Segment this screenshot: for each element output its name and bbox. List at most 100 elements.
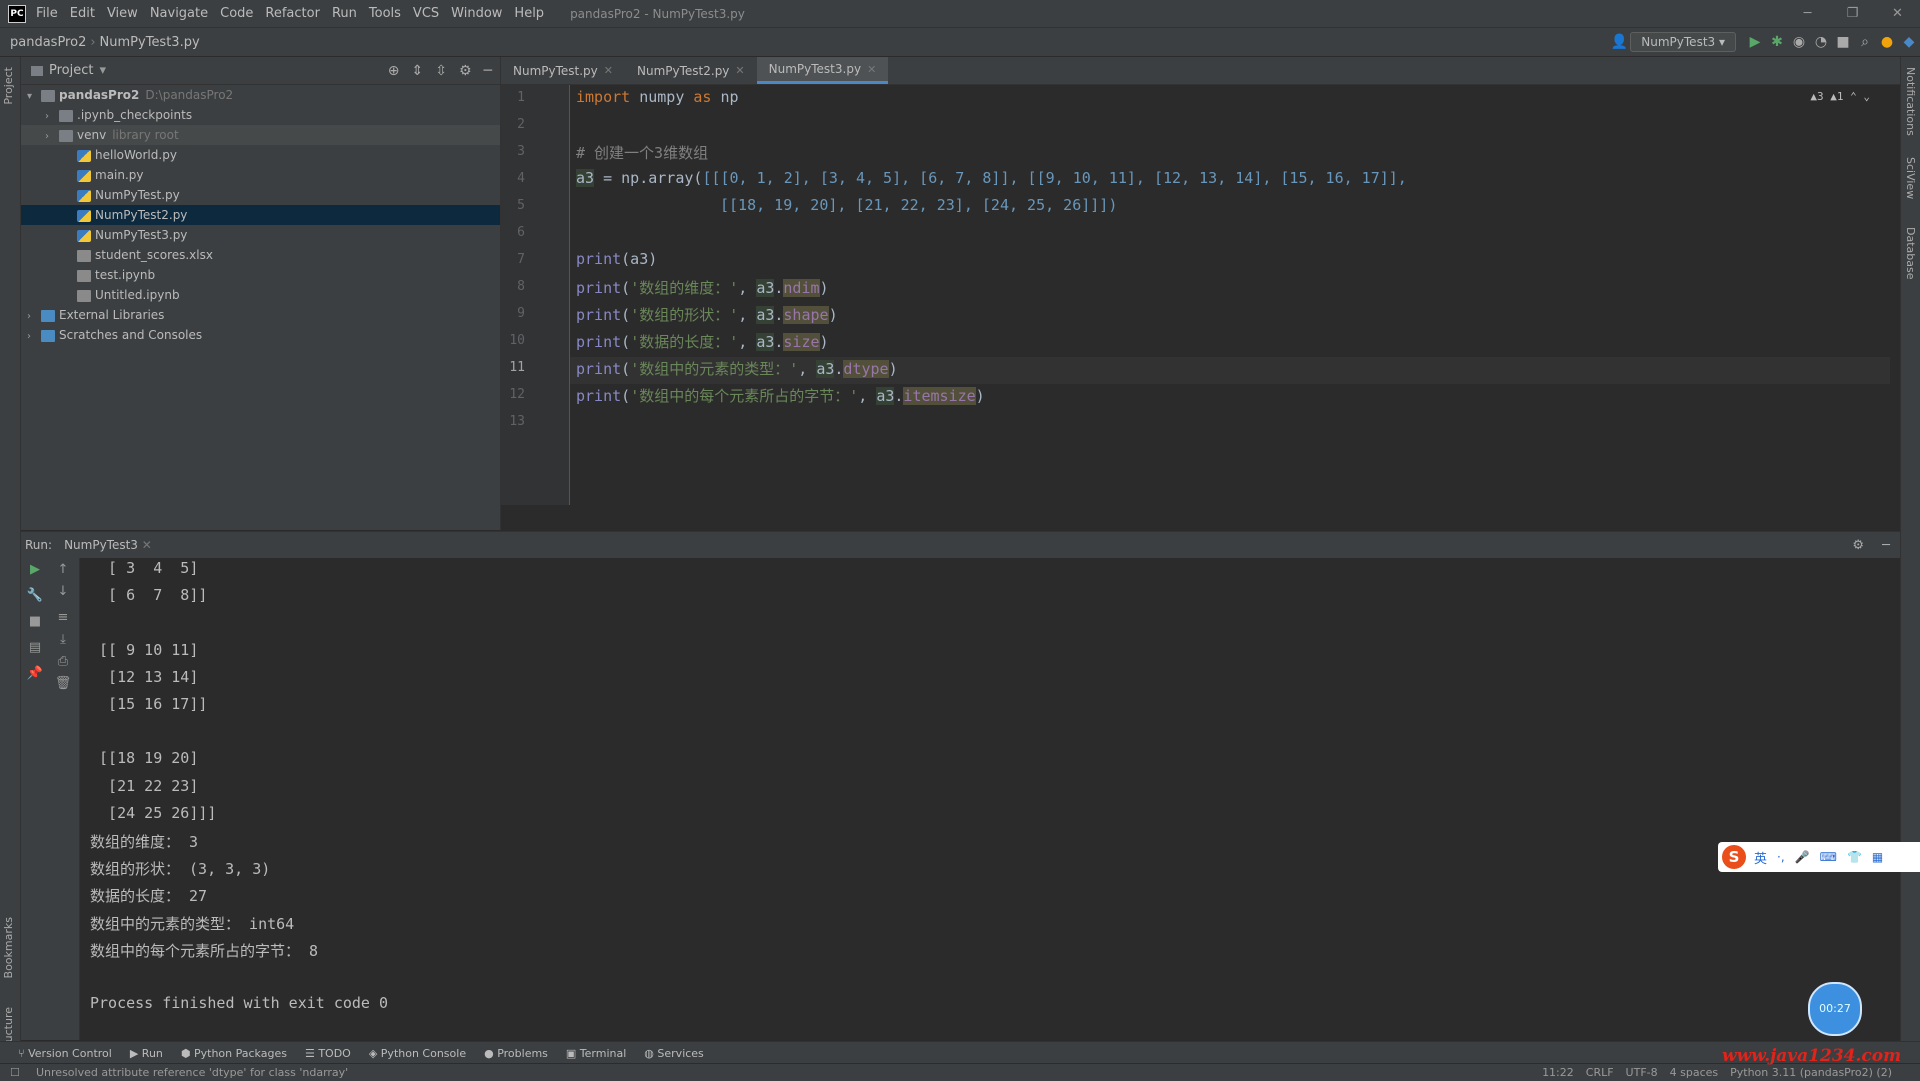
hide-icon[interactable]: ─	[484, 63, 492, 79]
tree-item[interactable]: NumPyTest.py	[21, 185, 500, 205]
menu-window[interactable]: Window	[451, 6, 502, 21]
version-control-tool[interactable]: ⑂ Version Control	[18, 1047, 112, 1060]
chevron-right-icon[interactable]: ›	[45, 107, 59, 127]
expand-all-icon[interactable]: ⇕	[412, 63, 424, 79]
run-config-dropdown[interactable]: NumPyTest3 ▾	[1630, 32, 1736, 52]
hide-icon[interactable]: ─	[1882, 538, 1890, 553]
run-tab[interactable]: NumPyTest3 ✕	[64, 538, 152, 552]
tab-numpytest3[interactable]: NumPyTest3.py ✕	[756, 57, 889, 84]
run-tool[interactable]: ▶ Run	[130, 1047, 163, 1060]
tab-numpytest[interactable]: NumPyTest.py ✕	[501, 57, 625, 84]
rerun-icon[interactable]: ▶	[25, 562, 45, 577]
pin-icon[interactable]: 📌	[25, 666, 45, 681]
tree-item[interactable]: NumPyTest2.py	[21, 205, 500, 225]
minimize-icon[interactable]: ─	[1785, 0, 1830, 27]
layout-icon[interactable]: ▤	[25, 640, 45, 655]
tree-item[interactable]: › .ipynb_checkpoints	[21, 105, 500, 125]
project-panel-title[interactable]: Project	[49, 63, 93, 78]
user-icon[interactable]: 👤	[1608, 34, 1630, 50]
code-editor[interactable]: ▲3 ▲1 ⌃ ⌄ import numpy as np # 创建一个3维数组 …	[570, 85, 1900, 505]
update-icon[interactable]: ●	[1876, 34, 1898, 50]
gear-icon[interactable]: ⚙	[1852, 538, 1864, 553]
line-separator[interactable]: CRLF	[1586, 1066, 1614, 1079]
menu-view[interactable]: View	[107, 6, 138, 21]
tab-numpytest2[interactable]: NumPyTest2.py ✕	[625, 57, 757, 84]
microphone-icon[interactable]: 🎤	[1795, 850, 1810, 864]
locate-icon[interactable]: ⊕	[388, 63, 400, 79]
python-interpreter[interactable]: Python 3.11 (pandasPro2) (2)	[1730, 1066, 1892, 1079]
python-console-tool[interactable]: ◈ Python Console	[369, 1047, 466, 1060]
inspection-widget[interactable]: ▲3 ▲1 ⌃ ⌄	[1810, 90, 1870, 103]
tree-item[interactable]: › venv library root	[21, 125, 500, 145]
menu-edit[interactable]: Edit	[70, 6, 95, 21]
menu-refactor[interactable]: Refactor	[265, 6, 320, 21]
debug-icon[interactable]: ✱	[1766, 34, 1788, 50]
scroll-up-icon[interactable]: ↑	[53, 562, 73, 577]
menu-tools[interactable]: Tools	[369, 6, 401, 21]
stop-icon[interactable]: ■	[25, 614, 45, 629]
terminal-tool[interactable]: ▣ Terminal	[566, 1047, 626, 1060]
indent-setting[interactable]: 4 spaces	[1670, 1066, 1719, 1079]
recording-bubble[interactable]: 00:27	[1808, 982, 1862, 1036]
close-tab-icon[interactable]: ✕	[604, 64, 613, 77]
tree-item[interactable]: › Scratches and Consoles	[21, 325, 500, 345]
tree-item[interactable]: main.py	[21, 165, 500, 185]
collapse-all-icon[interactable]: ⇳	[435, 63, 447, 79]
soft-wrap-icon[interactable]: ≡	[53, 610, 73, 625]
bookmarks-tool-tab[interactable]: Bookmarks	[2, 917, 15, 978]
close-tab-icon[interactable]: ✕	[735, 64, 744, 77]
menu-vcs[interactable]: VCS	[413, 6, 439, 21]
menu-navigate[interactable]: Navigate	[150, 6, 208, 21]
jetbrains-icon[interactable]: ◆	[1898, 34, 1920, 50]
breadcrumb-file[interactable]: NumPyTest3.py	[100, 35, 200, 50]
sciview-tool-tab[interactable]: SciView	[1904, 157, 1917, 199]
chevron-down-icon[interactable]: ▾	[99, 63, 106, 78]
caret-position[interactable]: 11:22	[1542, 1066, 1574, 1079]
tree-item[interactable]: helloWorld.py	[21, 145, 500, 165]
services-tool[interactable]: ◍ Services	[644, 1047, 704, 1060]
close-tab-icon[interactable]: ✕	[142, 538, 152, 552]
close-icon[interactable]: ✕	[1875, 0, 1920, 27]
menu-help[interactable]: Help	[514, 6, 544, 21]
database-tool-tab[interactable]: Database	[1904, 227, 1917, 280]
profile-icon[interactable]: ◔	[1810, 34, 1832, 50]
punctuation-icon[interactable]: ·,	[1777, 850, 1785, 864]
chevron-right-icon[interactable]: ›	[45, 127, 59, 147]
scroll-to-end-icon[interactable]: ⤓	[53, 632, 73, 647]
status-toggle-icon[interactable]: ☐	[10, 1066, 20, 1079]
tree-item[interactable]: ▾ pandasPro2 D:\pandasPro2	[21, 85, 500, 105]
toolbox-icon[interactable]: ▦	[1872, 850, 1883, 864]
python-packages-tool[interactable]: ⬢ Python Packages	[181, 1047, 287, 1060]
menu-run[interactable]: Run	[332, 6, 357, 21]
chevron-right-icon[interactable]: ›	[27, 307, 41, 327]
trash-icon[interactable]: 🗑	[53, 676, 73, 691]
keyboard-icon[interactable]: ⌨	[1820, 850, 1837, 864]
tree-item[interactable]: test.ipynb	[21, 265, 500, 285]
todo-tool[interactable]: ☰ TODO	[305, 1047, 351, 1060]
notifications-tool-tab[interactable]: Notifications	[1904, 67, 1917, 136]
file-encoding[interactable]: UTF-8	[1626, 1066, 1658, 1079]
ime-toolbar[interactable]: S 英 ·, 🎤 ⌨ 👕 ▦	[1718, 842, 1920, 872]
maximize-icon[interactable]: ❐	[1830, 0, 1875, 27]
wrench-icon[interactable]: 🔧	[25, 588, 45, 603]
tree-item[interactable]: › External Libraries	[21, 305, 500, 325]
project-tool-tab[interactable]: Project	[2, 67, 15, 105]
menu-file[interactable]: File	[36, 6, 58, 21]
chevron-right-icon[interactable]: ›	[27, 327, 41, 347]
print-icon[interactable]: ⎙	[53, 654, 73, 669]
search-icon[interactable]: ⌕	[1854, 34, 1876, 50]
menu-code[interactable]: Code	[220, 6, 253, 21]
run-console[interactable]: [ 3 4 5] [ 6 7 8]] [[ 9 10 11] [12 13 14…	[80, 558, 1900, 1040]
run-icon[interactable]: ▶	[1744, 34, 1766, 50]
breadcrumb-project[interactable]: pandasPro2	[10, 35, 86, 50]
coverage-icon[interactable]: ◉	[1788, 34, 1810, 50]
tree-item[interactable]: student_scores.xlsx	[21, 245, 500, 265]
chevron-down-icon[interactable]: ▾	[27, 87, 41, 107]
stop-icon[interactable]: ■	[1832, 34, 1854, 50]
ime-mode[interactable]: 英	[1754, 848, 1767, 867]
problems-tool[interactable]: ● Problems	[484, 1047, 548, 1060]
close-tab-icon[interactable]: ✕	[867, 63, 876, 76]
scroll-down-icon[interactable]: ↓	[53, 584, 73, 599]
tree-item[interactable]: Untitled.ipynb	[21, 285, 500, 305]
skin-icon[interactable]: 👕	[1847, 850, 1862, 864]
